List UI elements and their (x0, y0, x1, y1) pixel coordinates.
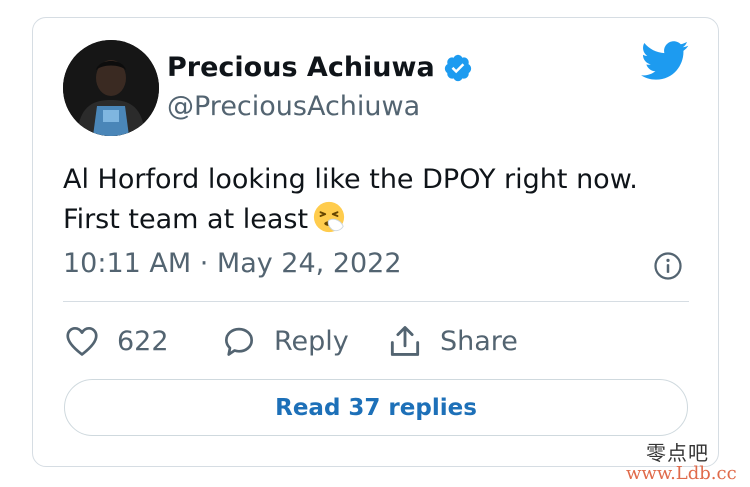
info-icon[interactable] (653, 251, 683, 281)
twitter-bird-icon[interactable] (641, 41, 689, 81)
share-icon (390, 326, 420, 356)
speech-bubble-icon (224, 327, 254, 356)
verified-badge-icon (444, 54, 471, 81)
reply-button[interactable]: Reply (220, 322, 349, 360)
author-name[interactable]: Precious Achiuwa (167, 52, 435, 83)
tweet-timestamp[interactable]: 10:11 AM · May 24, 2022 (63, 248, 402, 279)
share-button[interactable]: Share (386, 322, 518, 360)
read-replies-button[interactable]: Read 37 replies (64, 379, 688, 436)
watermark-url: www.Ldb.cc (626, 463, 737, 484)
like-count: 622 (117, 325, 169, 357)
author-name-row[interactable]: Precious Achiuwa (167, 52, 473, 83)
heart-icon (66, 326, 98, 356)
read-replies-label: Read 37 replies (275, 394, 477, 421)
tweet-card: Precious Achiuwa @PreciousAchiuwa Al Hor… (32, 17, 719, 467)
reply-label: Reply (274, 325, 349, 357)
sneezing-face-emoji (313, 201, 345, 233)
tweet-text: Al Horford looking like the DPOY right n… (63, 160, 693, 240)
divider (63, 301, 689, 302)
avatar[interactable] (63, 40, 159, 136)
author-handle[interactable]: @PreciousAchiuwa (167, 91, 420, 122)
watermark-chinese: 零点吧 (646, 441, 709, 465)
tweet-body: Al Horford looking like the DPOY right n… (63, 164, 638, 235)
share-label: Share (440, 325, 518, 357)
like-button[interactable]: 622 (63, 322, 169, 360)
